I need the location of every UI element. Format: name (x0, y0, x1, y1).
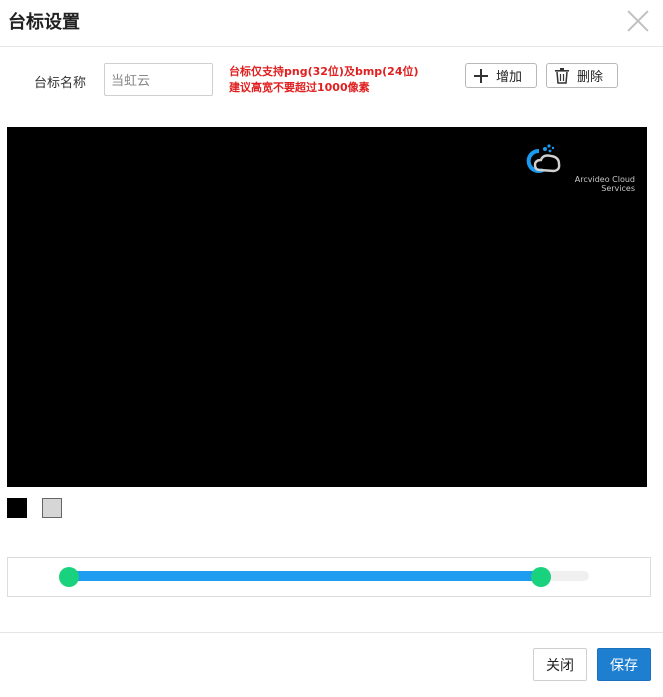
slider-end-handle[interactable] (531, 567, 551, 587)
logo-preview-canvas[interactable]: Arcvideo Cloud Services (7, 127, 647, 487)
plus-icon (474, 68, 488, 83)
add-button-label: 增加 (496, 70, 523, 85)
format-hint-line-2: 建议高宽不要超过1000像素 (229, 81, 370, 94)
slider-range-fill (69, 571, 541, 581)
logo-name-label: 台标名称 (34, 76, 87, 91)
delete-button-label: 删除 (577, 70, 604, 85)
logo-name-input[interactable] (104, 63, 213, 96)
close-icon[interactable] (624, 7, 652, 35)
add-button[interactable]: 增加 (465, 63, 537, 88)
logo-text-line-1: Arcvideo Cloud (574, 175, 635, 184)
logo-text-line-2: Services (601, 184, 635, 193)
slider-start-handle[interactable] (59, 567, 79, 587)
footer-divider (0, 632, 663, 633)
trash-icon (555, 67, 569, 84)
delete-button[interactable]: 删除 (546, 63, 618, 88)
dialog-header: 台标设置 (0, 0, 663, 47)
logo-text: Arcvideo Cloud Services (555, 175, 635, 193)
close-button[interactable]: 关闭 (533, 648, 587, 681)
cloud-logo-icon (526, 144, 561, 173)
dialog-title: 台标设置 (8, 12, 80, 33)
background-gray-swatch[interactable] (42, 498, 62, 518)
format-hint: 台标仅支持png(32位)及bmp(24位) 建议高宽不要超过1000像素 (229, 64, 419, 96)
save-button[interactable]: 保存 (597, 648, 651, 681)
background-black-swatch[interactable] (7, 498, 27, 518)
format-hint-line-1: 台标仅支持png(32位)及bmp(24位) (229, 65, 419, 78)
